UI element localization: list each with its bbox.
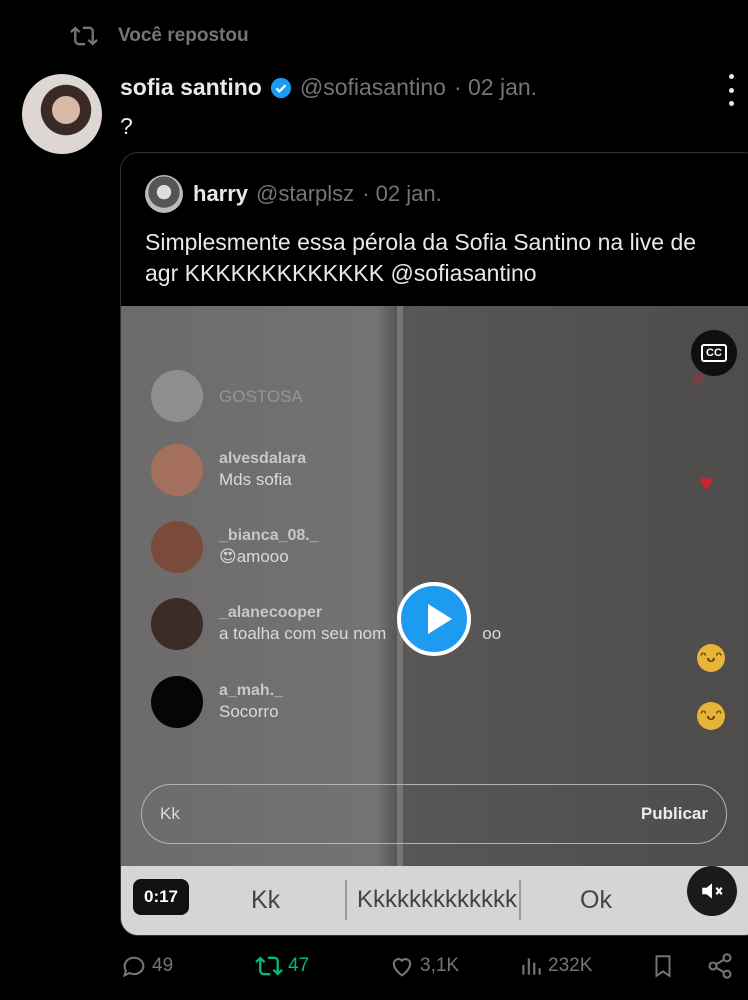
publish-label: Publicar (640, 804, 708, 823)
live-comment: GOSTOSA (151, 370, 303, 422)
live-comment: _bianca_08._ 😍amooo (151, 521, 319, 573)
more-options-icon[interactable] (726, 74, 736, 106)
comment-message: GOSTOSA (219, 387, 303, 406)
quoted-tweet[interactable]: harry @starplsz · 02 jan. Simplesmente e… (120, 152, 748, 936)
bookmark-icon (655, 955, 671, 978)
video-timer: 0:17 (133, 879, 189, 915)
quote-author-name: harry (193, 181, 249, 206)
reply-icon (123, 956, 145, 978)
like-count: 3,1K (420, 955, 460, 976)
quote-author-handle: @starplsz (256, 181, 355, 206)
repost-icon (255, 956, 283, 976)
quote-date: · 02 jan. (362, 181, 442, 206)
live-comment-input: Kk Publicar (141, 784, 727, 844)
captions-label: CC (701, 344, 727, 362)
heart-icon: ♥ (699, 470, 714, 497)
avatar[interactable] (22, 74, 102, 154)
share-button[interactable] (706, 952, 734, 980)
heart-outline-icon (392, 958, 412, 977)
laughing-emoji-icon: ᵔᴗᵔ (697, 702, 725, 730)
comment-input-text: Kk (160, 804, 180, 823)
quote-text: Simplesmente essa pérola da Sofia Santin… (145, 229, 697, 286)
live-comment: a_mah._ Socorro (151, 676, 283, 728)
tweet-actions: 49 47 3,1K 232K (120, 952, 748, 988)
author-name[interactable]: sofia santino (120, 74, 262, 101)
comment-message: Mds sofia (219, 470, 292, 489)
tweet-date[interactable]: · 02 jan. (454, 74, 537, 101)
comment-avatar (151, 676, 203, 728)
suggestion: Kkkkkkkkkkkkk (357, 886, 518, 913)
comment-user: _bianca_08._ (219, 527, 319, 544)
live-comment: alvesdalara Mds sofia (151, 444, 306, 496)
comment-avatar (151, 444, 203, 496)
comment-user: alvesdalara (219, 450, 307, 467)
divider (345, 880, 347, 920)
share-icon (708, 953, 732, 979)
reply-button[interactable]: 49 (120, 952, 173, 980)
like-button[interactable]: 3,1K (388, 952, 459, 980)
speaker-muted-icon (702, 883, 723, 899)
tweet-header: sofia santino @sofiasantino · 02 jan. (120, 74, 537, 101)
comment-avatar (151, 370, 203, 422)
play-button[interactable] (397, 582, 471, 656)
comment-avatar (151, 598, 203, 650)
repost-indicator: Você repostou (68, 22, 249, 50)
divider (519, 880, 521, 920)
mute-button[interactable] (687, 866, 737, 916)
repost-icon (70, 26, 98, 46)
verified-badge-icon (270, 77, 291, 98)
quote-avatar[interactable] (145, 175, 183, 213)
suggestion: Ok (580, 886, 612, 914)
keyboard-suggestions: Kk Kkkkkkkkkkkkk Ok (121, 866, 748, 935)
tweet-text: ? (120, 113, 133, 139)
reply-count: 49 (152, 955, 174, 976)
views-count: 232K (548, 955, 593, 976)
suggestion: Kk (251, 886, 281, 914)
bookmark-button[interactable] (650, 952, 676, 980)
author-handle[interactable]: @sofiasantino (300, 74, 446, 101)
comment-user: a_mah._ (219, 682, 284, 699)
quote-header: harry @starplsz · 02 jan. (193, 181, 442, 207)
repost-label: Você repostou (118, 25, 249, 46)
laughing-emoji-icon: ᵔᴗᵔ (697, 644, 725, 672)
views-button[interactable]: 232K (518, 952, 592, 980)
repost-button[interactable]: 47 (254, 952, 309, 980)
comment-message: Socorro (219, 702, 279, 721)
comment-avatar (151, 521, 203, 573)
comment-message: 😍amooo (219, 547, 289, 566)
repost-count: 47 (288, 955, 310, 976)
analytics-icon (522, 958, 541, 975)
captions-button[interactable]: CC (691, 330, 737, 376)
video-player[interactable]: GOSTOSA alvesdalara Mds sofia _bianca_08… (121, 306, 748, 935)
